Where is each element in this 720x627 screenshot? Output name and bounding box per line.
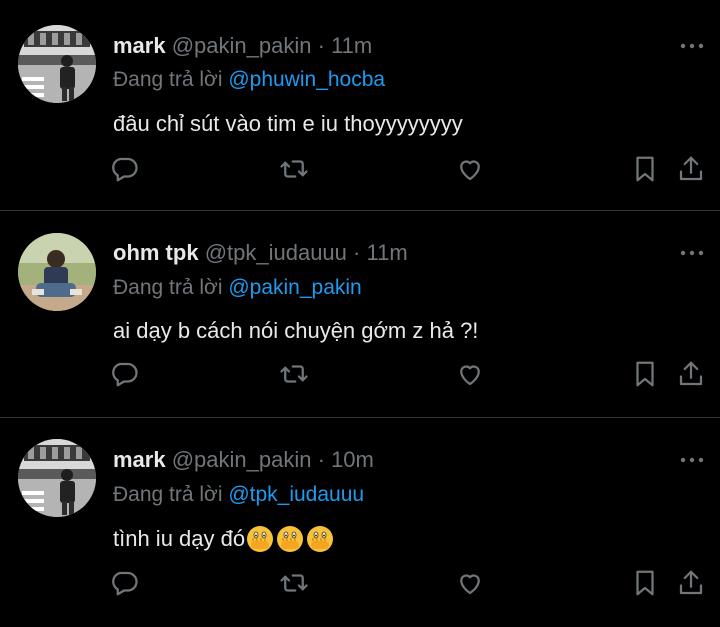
separator: · xyxy=(317,447,325,472)
handle[interactable]: @pakin_pakin xyxy=(172,33,312,58)
tweet-header: ohm tpk @tpk_iudauuu · 11m xyxy=(113,240,408,266)
like-icon[interactable] xyxy=(452,151,488,187)
more-options-icon[interactable] xyxy=(678,453,706,465)
avatar[interactable] xyxy=(18,233,96,311)
tweet-body: tình iu dạy đó xyxy=(113,524,335,554)
timestamp[interactable]: 11m xyxy=(331,33,372,58)
bookmark-icon[interactable] xyxy=(627,151,663,187)
reply-mention[interactable]: @pakin_pakin xyxy=(228,276,361,299)
avatar[interactable] xyxy=(18,25,96,103)
action-bar xyxy=(0,356,720,396)
reply-prefix: Đang trả lời xyxy=(113,276,223,299)
reply-mention[interactable]: @tpk_iudauuu xyxy=(228,483,364,506)
handle[interactable]: @tpk_iudauuu xyxy=(205,240,347,265)
reply-prefix: Đang trả lời xyxy=(113,483,223,506)
timestamp[interactable]: 10m xyxy=(331,447,374,472)
like-icon[interactable] xyxy=(452,565,488,601)
tweet-header: mark @pakin_pakin · 10m xyxy=(113,447,374,473)
more-options-icon[interactable] xyxy=(678,39,706,51)
reply-context: Đang trả lời @phuwin_hocba xyxy=(113,67,385,93)
action-bar xyxy=(0,151,720,191)
display-name[interactable]: mark xyxy=(113,447,166,472)
reply-icon[interactable] xyxy=(106,565,142,601)
share-icon[interactable] xyxy=(673,565,709,601)
hand-over-mouth-emoji-icon xyxy=(275,524,305,554)
tweet-text: tình iu dạy đó xyxy=(113,526,246,551)
tweet-header: mark @pakin_pakin · 11m xyxy=(113,33,372,59)
reply-thread: mark @pakin_pakin · 11m Đang trả lời @ph… xyxy=(0,0,720,627)
reply-mention[interactable]: @phuwin_hocba xyxy=(228,68,385,91)
share-icon[interactable] xyxy=(673,356,709,392)
separator: · xyxy=(317,33,325,58)
display-name[interactable]: ohm tpk xyxy=(113,240,199,265)
reply-icon[interactable] xyxy=(106,356,142,392)
bookmark-icon[interactable] xyxy=(627,565,663,601)
timestamp[interactable]: 11m xyxy=(366,240,407,265)
retweet-icon[interactable] xyxy=(276,356,312,392)
display-name[interactable]: mark xyxy=(113,33,166,58)
reply-context: Đang trả lời @pakin_pakin xyxy=(113,275,362,301)
hand-over-mouth-emoji-icon xyxy=(245,524,275,554)
hand-over-mouth-emoji-icon xyxy=(305,524,335,554)
tweet-text: ai dạy b cách nói chuyện gớm z hả ?! xyxy=(113,318,479,343)
reply-icon[interactable] xyxy=(106,151,142,187)
more-options-icon[interactable] xyxy=(678,246,706,258)
share-icon[interactable] xyxy=(673,151,709,187)
reply-prefix: Đang trả lời xyxy=(113,68,223,91)
bookmark-icon[interactable] xyxy=(627,356,663,392)
like-icon[interactable] xyxy=(452,356,488,392)
separator: · xyxy=(353,240,361,265)
reply-context: Đang trả lời @tpk_iudauuu xyxy=(113,482,364,508)
handle[interactable]: @pakin_pakin xyxy=(172,447,312,472)
avatar[interactable] xyxy=(18,439,96,517)
tweet-text: đâu chỉ sút vào tim e iu thoyyyyyyyy xyxy=(113,111,463,136)
retweet-icon[interactable] xyxy=(276,565,312,601)
tweet[interactable]: ohm tpk @tpk_iudauuu · 11m Đang trả lời … xyxy=(0,211,720,418)
tweet[interactable]: mark @pakin_pakin · 11m Đang trả lời @ph… xyxy=(0,0,720,211)
tweet[interactable]: mark @pakin_pakin · 10m Đang trả lời @tp… xyxy=(0,418,720,627)
action-bar xyxy=(0,565,720,605)
retweet-icon[interactable] xyxy=(276,151,312,187)
